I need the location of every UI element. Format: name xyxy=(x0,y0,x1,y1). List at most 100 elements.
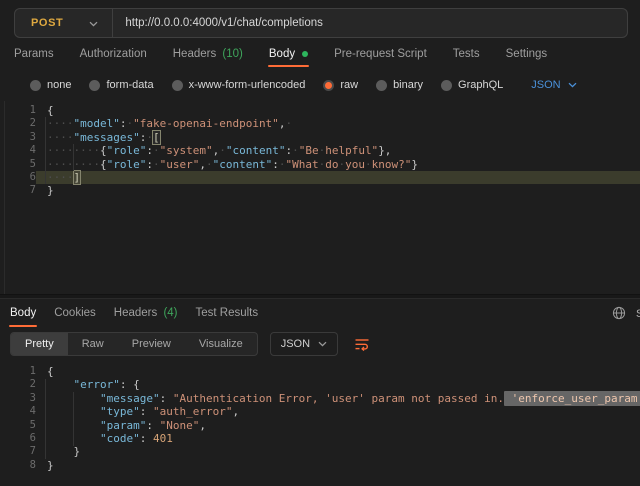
line-number: 2 xyxy=(0,378,36,391)
token-pun: { xyxy=(100,144,107,157)
tab-count: (10) xyxy=(219,48,243,60)
body-type-form-data[interactable]: form-data xyxy=(89,79,153,91)
code-text[interactable]: } xyxy=(36,184,640,197)
token-pun: { xyxy=(47,104,54,117)
response-tab-body[interactable]: Body xyxy=(10,307,36,327)
token-pun: } xyxy=(411,158,418,171)
response-line-8: 8} xyxy=(0,459,640,472)
token-key: "error" xyxy=(74,378,120,391)
request-line-7: 7} xyxy=(0,184,640,197)
token-ws: ···· xyxy=(47,171,74,184)
radio-icon xyxy=(376,80,387,91)
token-str: "user" xyxy=(160,158,200,171)
token-key: "code" xyxy=(100,432,140,445)
request-line-5: 5········{"role":·"user",·"content":·"Wh… xyxy=(0,158,640,171)
code-text[interactable]: "message": "Authentication Error, 'user'… xyxy=(36,392,640,405)
view-visualize[interactable]: Visualize xyxy=(185,333,257,355)
editor-edge xyxy=(4,101,5,294)
globe-icon[interactable] xyxy=(612,306,626,320)
indent-guide xyxy=(45,379,46,459)
token-pun: }, xyxy=(378,144,391,157)
request-tab-body[interactable]: Body xyxy=(269,48,308,67)
body-type-label: x-www-form-urlencoded xyxy=(189,79,306,91)
code-text[interactable]: "code": 401 xyxy=(36,432,640,445)
code-text[interactable]: ····] xyxy=(36,171,640,184)
response-line-6: 6 "code": 401 xyxy=(0,432,640,445)
view-preview[interactable]: Preview xyxy=(118,333,185,355)
token-pun: } xyxy=(47,459,54,472)
code-text[interactable]: "error": { xyxy=(36,378,640,391)
tab-label: Body xyxy=(10,307,36,319)
body-type-raw[interactable]: raw xyxy=(323,79,358,91)
body-type-graphql[interactable]: GraphQL xyxy=(441,79,503,91)
request-tab-headers[interactable]: Headers (10) xyxy=(173,48,243,67)
chevron-down-icon xyxy=(568,82,577,88)
code-text[interactable]: ····"messages":·[ xyxy=(36,131,640,144)
line-number: 5 xyxy=(0,419,36,432)
request-tab-pre-request-script[interactable]: Pre-request Script xyxy=(334,48,427,67)
token-pun: , xyxy=(199,419,206,432)
response-body-editor[interactable]: 1{2 "error": {3 "message": "Authenticati… xyxy=(0,362,640,486)
code-text[interactable]: } xyxy=(36,445,640,458)
token-key: "model" xyxy=(74,117,120,130)
request-tab-tests[interactable]: Tests xyxy=(453,48,480,67)
unsaved-changes-dot-icon xyxy=(302,51,308,57)
request-line-2: 2····"model":·"fake-openai-endpoint",· xyxy=(0,117,640,130)
radio-icon xyxy=(441,80,452,91)
code-text[interactable]: "param": "None", xyxy=(36,419,640,432)
body-language-select[interactable]: JSON xyxy=(531,79,576,91)
request-tab-params[interactable]: Params xyxy=(14,48,54,67)
response-language-label: JSON xyxy=(281,338,310,350)
response-line-5: 5 "param": "None", xyxy=(0,419,640,432)
code-text[interactable]: { xyxy=(36,104,640,117)
tab-label: Test Results xyxy=(196,307,259,319)
token-pun: { xyxy=(47,365,54,378)
response-tab-cookies[interactable]: Cookies xyxy=(54,307,96,327)
code-text[interactable]: ····"model":·"fake-openai-endpoint",· xyxy=(36,117,640,130)
request-url-row: POST http://0.0.0.0:4000/v1/chat/complet… xyxy=(0,0,640,38)
request-body-editor[interactable]: 1 {2····"model":·"fake-openai-endpoint",·… xyxy=(0,101,640,294)
token-pun: : xyxy=(272,158,279,171)
line-number: 7 xyxy=(0,445,36,458)
chevron-down-icon[interactable] xyxy=(89,21,98,27)
token-brk: ] xyxy=(74,171,81,184)
token-str: "None" xyxy=(160,419,200,432)
line-number: 7 xyxy=(0,184,36,197)
code-text[interactable]: ········{"role":·"user",·"content":·"Wha… xyxy=(36,158,640,171)
code-text[interactable]: ········{"role":·"system",·"content":·"B… xyxy=(36,144,640,157)
token-str: do xyxy=(325,158,338,171)
code-text[interactable]: } xyxy=(36,459,640,472)
token-pun: : xyxy=(146,144,153,157)
body-type-none[interactable]: none xyxy=(30,79,71,91)
body-type-label: binary xyxy=(393,79,423,91)
line-number: 1 xyxy=(0,104,36,117)
token-pun: : xyxy=(146,419,153,432)
token-ws: · xyxy=(153,158,160,171)
token-pun: , xyxy=(199,158,206,171)
request-tab-settings[interactable]: Settings xyxy=(506,48,548,67)
response-tab-headers[interactable]: Headers (4) xyxy=(114,307,178,327)
radio-icon xyxy=(172,80,183,91)
response-tab-test-results[interactable]: Test Results xyxy=(196,307,259,327)
tab-count: (4) xyxy=(160,307,177,319)
token-sp xyxy=(153,419,160,432)
line-number: 4 xyxy=(0,405,36,418)
request-tab-authorization[interactable]: Authorization xyxy=(80,48,147,67)
request-line-6: 6····] xyxy=(0,171,640,184)
view-raw[interactable]: Raw xyxy=(68,333,118,355)
token-str: "fake-openai-endpoint" xyxy=(133,117,279,130)
code-text[interactable]: { xyxy=(36,365,640,378)
status-label-clipped: Sta xyxy=(636,308,640,320)
body-type-binary[interactable]: binary xyxy=(376,79,423,91)
token-ws: · xyxy=(365,158,372,171)
code-text[interactable]: "type": "auth_error", xyxy=(36,405,640,418)
token-key: "content" xyxy=(226,144,286,157)
method-selector[interactable]: POST xyxy=(15,17,63,29)
response-language-select[interactable]: JSON xyxy=(270,332,338,356)
wrap-text-icon[interactable] xyxy=(348,334,376,355)
body-type-x-www-form-urlencoded[interactable]: x-www-form-urlencoded xyxy=(172,79,306,91)
token-pun: } xyxy=(74,445,81,458)
view-pretty[interactable]: Pretty xyxy=(11,333,68,355)
url-input[interactable]: http://0.0.0.0:4000/v1/chat/completions xyxy=(125,17,323,29)
request-tabs: Params Authorization Headers (10) Body Pre-r… xyxy=(14,48,626,67)
